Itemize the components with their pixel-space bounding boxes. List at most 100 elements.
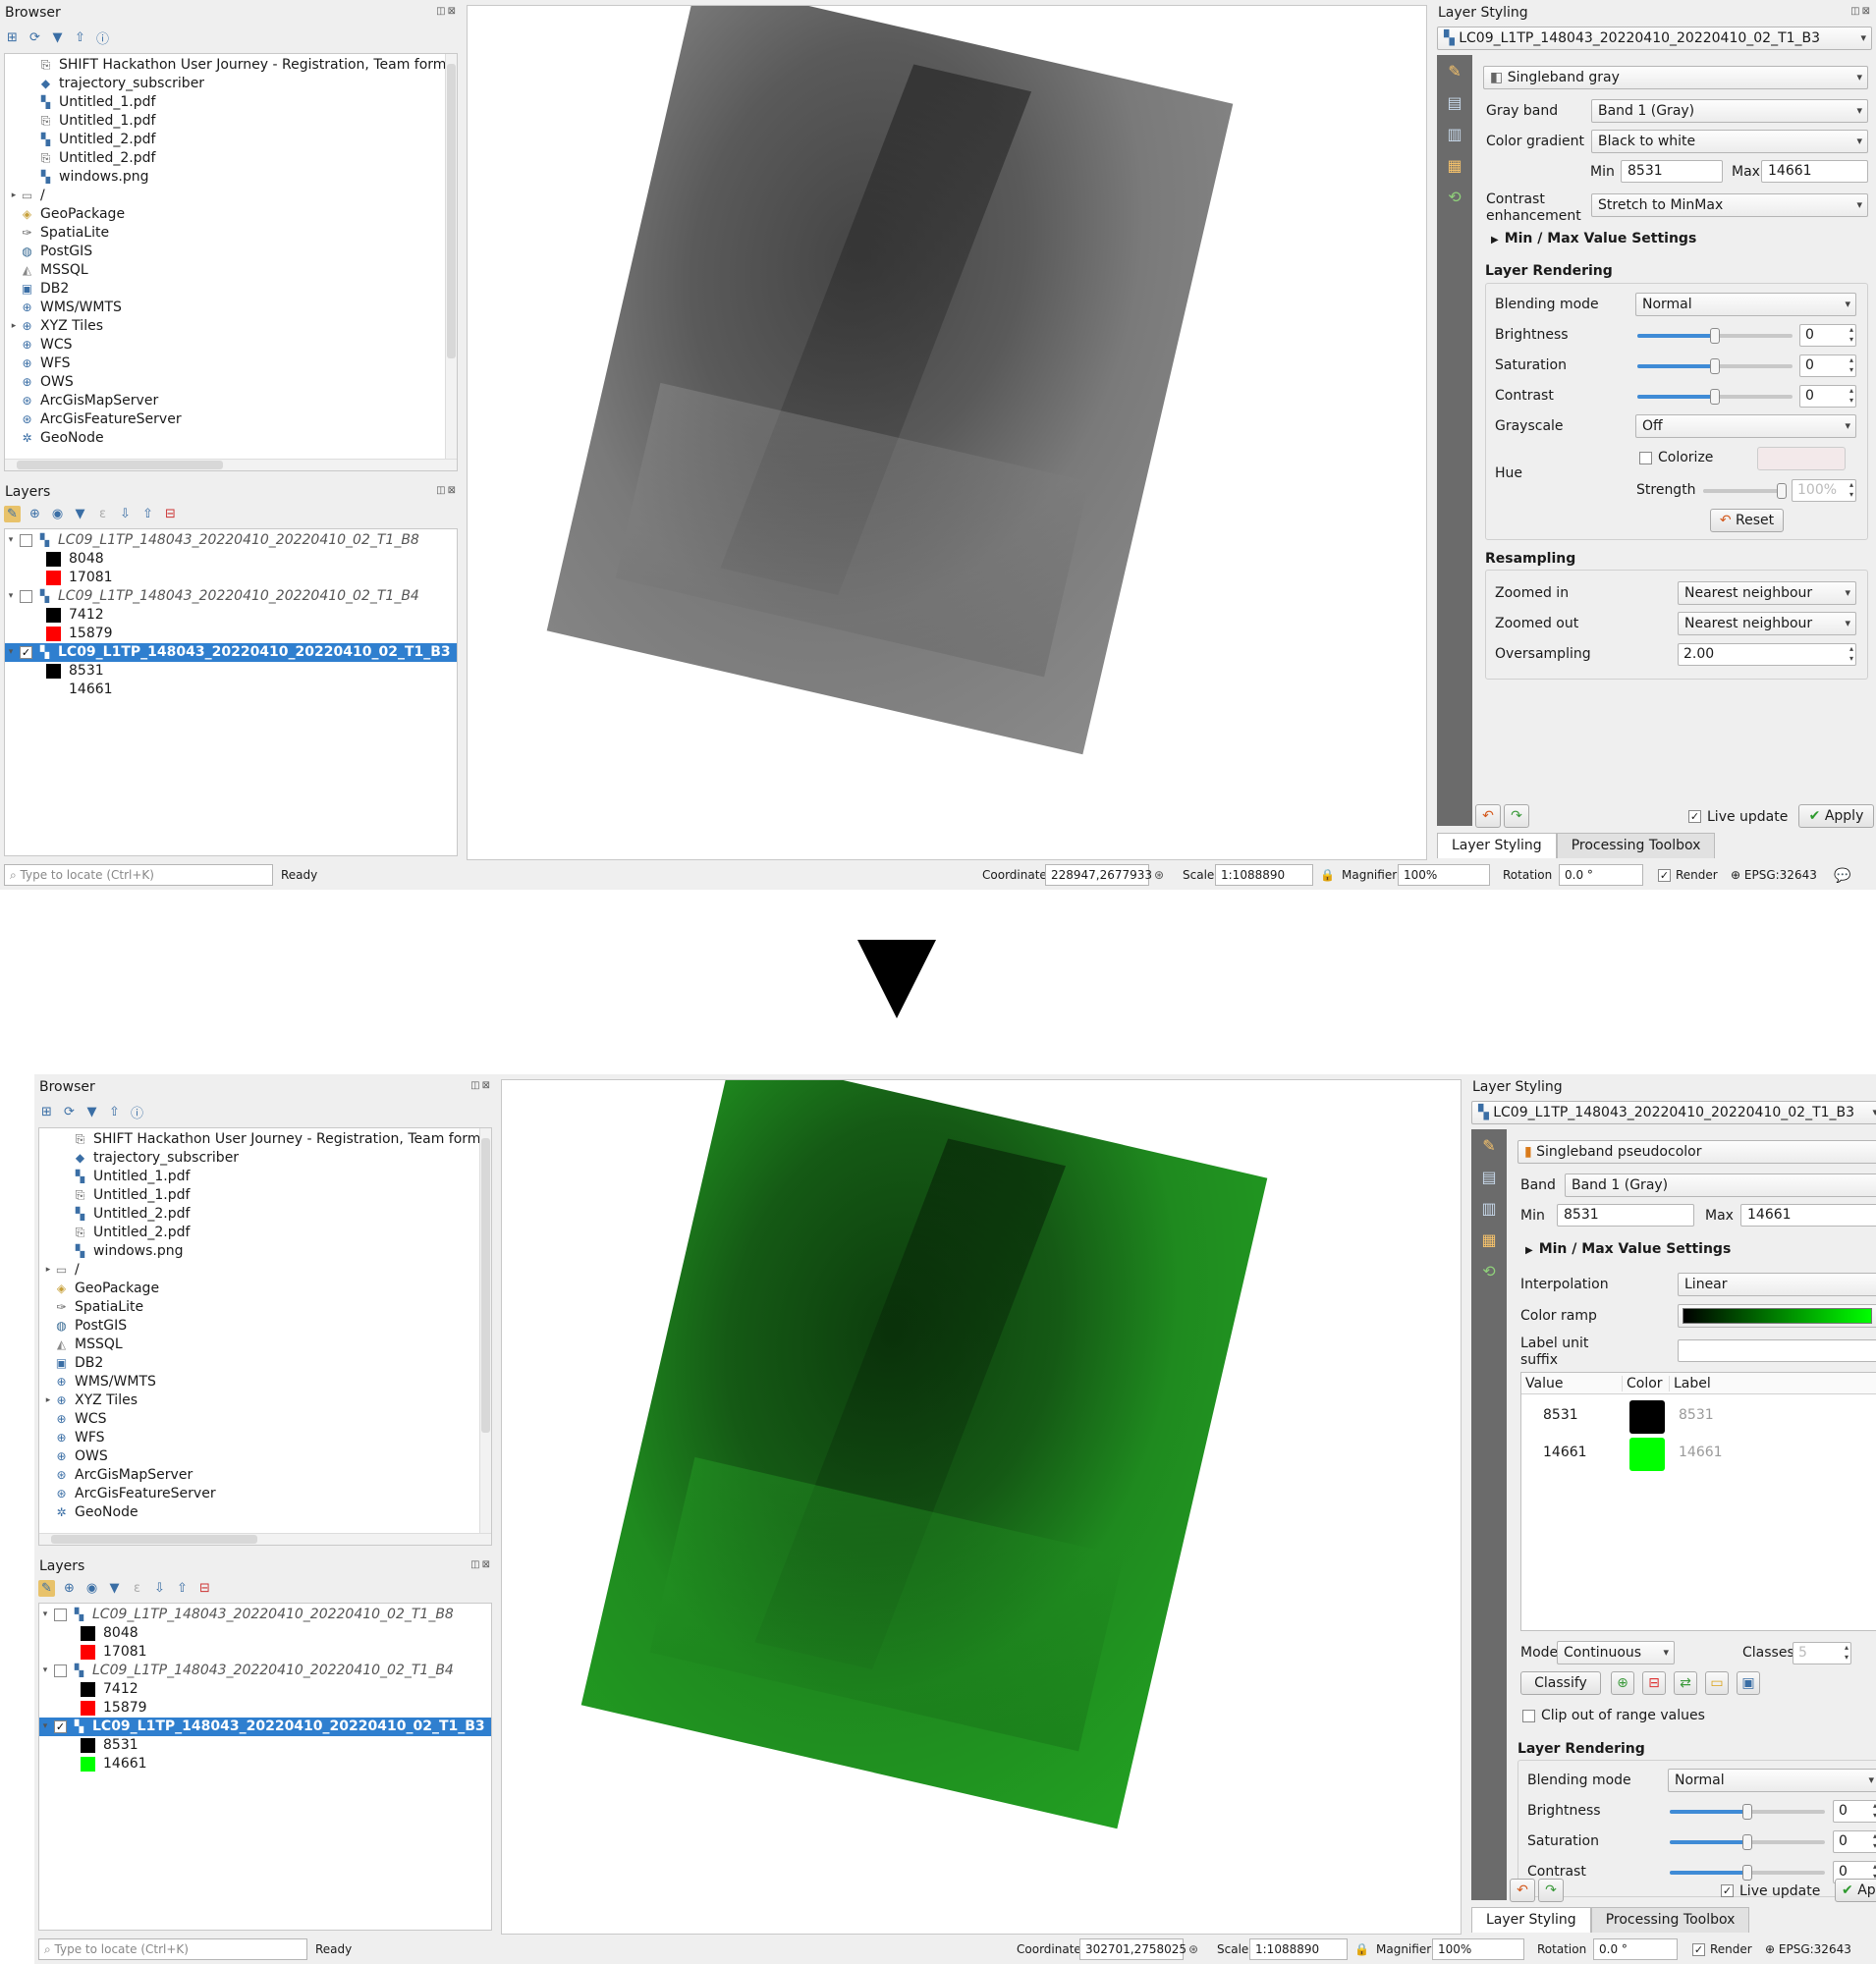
expand-arrow-icon[interactable]: ▸ <box>8 317 20 336</box>
expand-arrow-icon[interactable]: ▸ <box>42 1391 54 1410</box>
browser-item[interactable]: ⊕ WFS <box>39 1429 491 1447</box>
magnifier-spinbox[interactable]: 100% <box>1432 1938 1524 1960</box>
transparency-icon[interactable]: ▤ <box>1437 86 1472 118</box>
browser-item[interactable]: ✑ SpatiaLite <box>39 1298 491 1317</box>
browser-item[interactable]: ▣ DB2 <box>39 1354 491 1373</box>
history-icon[interactable]: ⟲ <box>1437 181 1472 212</box>
layer-row[interactable]: ▾ ▚ LC09_L1TP_148043_20220410_20220410_02_… <box>5 587 457 606</box>
refresh-icon[interactable]: ⟳ <box>61 1104 78 1120</box>
add-group-icon[interactable]: ⊕ <box>61 1580 78 1597</box>
collapse-arrow-icon[interactable]: ▾ <box>39 1606 51 1624</box>
apply-button[interactable]: ✔ Ap <box>1835 1879 1876 1902</box>
filter-legend-icon[interactable]: ▼ <box>72 506 88 522</box>
saturation-slider[interactable] <box>1637 358 1793 374</box>
filter-legend-icon[interactable]: ▼ <box>106 1580 123 1597</box>
toggle-extents-icon[interactable]: ⊛ <box>1154 868 1164 882</box>
panel-float-close-icons[interactable]: ◫⊠ <box>436 6 458 17</box>
zoomed-out-combo[interactable]: Nearest neighbour <box>1678 612 1856 635</box>
browser-item[interactable]: ⊛ ArcGisMapServer <box>5 392 457 410</box>
layer-visibility-checkbox[interactable] <box>54 1609 67 1621</box>
min-input[interactable]: 8531 <box>1621 160 1723 183</box>
browser-item[interactable]: ▚ Untitled_1.pdf <box>39 1168 491 1186</box>
history-icon[interactable]: ⟲ <box>1471 1255 1507 1286</box>
rotation-spinbox[interactable]: 0.0 ° <box>1593 1938 1678 1960</box>
browser-item[interactable]: ◈ GeoPackage <box>39 1280 491 1298</box>
browser-item[interactable]: ⊕ OWS <box>5 373 457 392</box>
max-input[interactable]: 14661 <box>1740 1204 1876 1227</box>
redo-icon[interactable]: ↷ <box>1538 1879 1564 1902</box>
browser-item[interactable]: ⊛ ArcGisFeatureServer <box>39 1485 491 1503</box>
entry-label[interactable]: 14661 <box>1679 1445 1723 1460</box>
interpolation-combo[interactable]: Linear <box>1678 1273 1876 1296</box>
brightness-slider[interactable] <box>1670 1804 1825 1820</box>
blending-mode-combo[interactable]: Normal <box>1668 1769 1876 1792</box>
browser-vscroll[interactable] <box>445 54 457 470</box>
layer-selector-combo[interactable]: ▚ LC09_L1TP_148043_20220410_20220410_02_… <box>1471 1101 1876 1124</box>
browser-item[interactable]: ▸ ⊕ XYZ Tiles <box>39 1391 491 1410</box>
coordinate-field[interactable]: 302701,2758025 <box>1079 1938 1186 1960</box>
min-input[interactable]: 8531 <box>1557 1204 1694 1227</box>
browser-item[interactable]: ◆ trajectory_subscriber <box>5 75 457 93</box>
reset-button[interactable]: ↶ Reset <box>1710 509 1784 532</box>
add-selected-icon[interactable]: ⊞ <box>38 1104 55 1120</box>
contrast-enhancement-combo[interactable]: Stretch to MinMax <box>1591 193 1868 217</box>
browser-item[interactable]: ⎘ SHIFT Hackathon User Journey - Registra… <box>5 56 457 75</box>
mode-combo[interactable]: Continuous <box>1557 1641 1675 1664</box>
brightness-spinbox[interactable]: 0 <box>1833 1800 1876 1823</box>
colorize-checkbox[interactable] <box>1639 452 1652 464</box>
blending-mode-combo[interactable]: Normal <box>1635 293 1856 316</box>
collapse-arrow-icon[interactable]: ▾ <box>5 531 17 550</box>
contrast-slider[interactable] <box>1637 389 1793 405</box>
filter-icon[interactable]: ▼ <box>49 29 66 46</box>
browser-hscroll[interactable] <box>39 1533 491 1545</box>
panel-float-close-icons[interactable]: ◫⊠ <box>1850 6 1872 17</box>
layer-visibility-checkbox[interactable] <box>54 1664 67 1677</box>
browser-item[interactable]: ▚ Untitled_2.pdf <box>39 1205 491 1224</box>
collapse-all-icon[interactable]: ⇧ <box>139 506 156 522</box>
browser-item[interactable]: ◍ PostGIS <box>39 1317 491 1336</box>
render-checkbox[interactable]: ✓ <box>1692 1943 1705 1956</box>
messages-icon[interactable]: 💬 <box>1834 868 1850 884</box>
brightness-spinbox[interactable]: 0 <box>1799 324 1856 347</box>
undo-icon[interactable]: ↶ <box>1475 804 1501 828</box>
scale-combo[interactable]: 1:1088890 <box>1215 864 1313 886</box>
tab-layer-styling[interactable]: Layer Styling <box>1471 1907 1591 1933</box>
browser-item[interactable]: ⎘ Untitled_1.pdf <box>39 1186 491 1205</box>
add-group-icon[interactable]: ⊕ <box>27 506 43 522</box>
browser-item[interactable]: ✲ GeoNode <box>5 429 457 448</box>
panel-float-close-icons[interactable]: ◫⊠ <box>436 485 458 496</box>
color-ramp-combo[interactable] <box>1678 1304 1876 1328</box>
layer-row[interactable]: ▾ ▚ LC09_L1TP_148043_20220410_20220410_02_… <box>39 1606 491 1624</box>
tab-layer-styling[interactable]: Layer Styling <box>1437 833 1557 858</box>
info-icon[interactable]: ⓘ <box>129 1104 145 1121</box>
filter-icon[interactable]: ▼ <box>83 1104 100 1120</box>
coordinate-field[interactable]: 228947,2677933 <box>1045 864 1152 886</box>
browser-item[interactable]: ⊕ WCS <box>39 1410 491 1429</box>
browser-item[interactable]: ◍ PostGIS <box>5 243 457 261</box>
oversampling-spinbox[interactable]: 2.00 <box>1678 643 1856 666</box>
reverse-order-icon[interactable]: ⇄ <box>1674 1671 1697 1695</box>
browser-item[interactable]: ⊕ OWS <box>39 1447 491 1466</box>
grayscale-combo[interactable]: Off <box>1635 414 1856 438</box>
collapse-all-icon[interactable]: ⇧ <box>174 1580 191 1597</box>
symbology-icon[interactable]: ✎ <box>1437 55 1472 86</box>
lock-scale-icon[interactable]: 🔒 <box>1320 868 1335 882</box>
scale-combo[interactable]: 1:1088890 <box>1249 1938 1348 1960</box>
browser-item[interactable]: ▚ windows.png <box>39 1242 491 1261</box>
browser-item[interactable]: ⊕ WMS/WMTS <box>39 1373 491 1391</box>
live-update-checkbox[interactable]: ✓ <box>1688 810 1701 823</box>
col-color-header[interactable]: Color <box>1622 1376 1663 1391</box>
browser-item[interactable]: ◭ MSSQL <box>5 261 457 280</box>
browser-item[interactable]: ▸ ▭ / <box>39 1261 491 1280</box>
visibility-icon[interactable]: ◉ <box>49 506 66 522</box>
renderer-type-combo[interactable]: ◧ Singleband gray <box>1483 66 1868 89</box>
apply-button[interactable]: ✔ Apply <box>1798 804 1874 828</box>
col-label-header[interactable]: Label <box>1669 1376 1711 1391</box>
render-checkbox[interactable]: ✓ <box>1658 869 1671 882</box>
collapse-arrow-icon[interactable]: ▾ <box>5 587 17 606</box>
collapse-arrow-icon[interactable]: ▾ <box>5 643 17 662</box>
classes-spinbox[interactable]: 5 <box>1793 1642 1851 1664</box>
tab-processing-toolbox[interactable]: Processing Toolbox <box>1590 1907 1750 1933</box>
browser-item[interactable]: ⎘ Untitled_2.pdf <box>5 149 457 168</box>
entry-color-swatch[interactable] <box>1629 1438 1665 1471</box>
